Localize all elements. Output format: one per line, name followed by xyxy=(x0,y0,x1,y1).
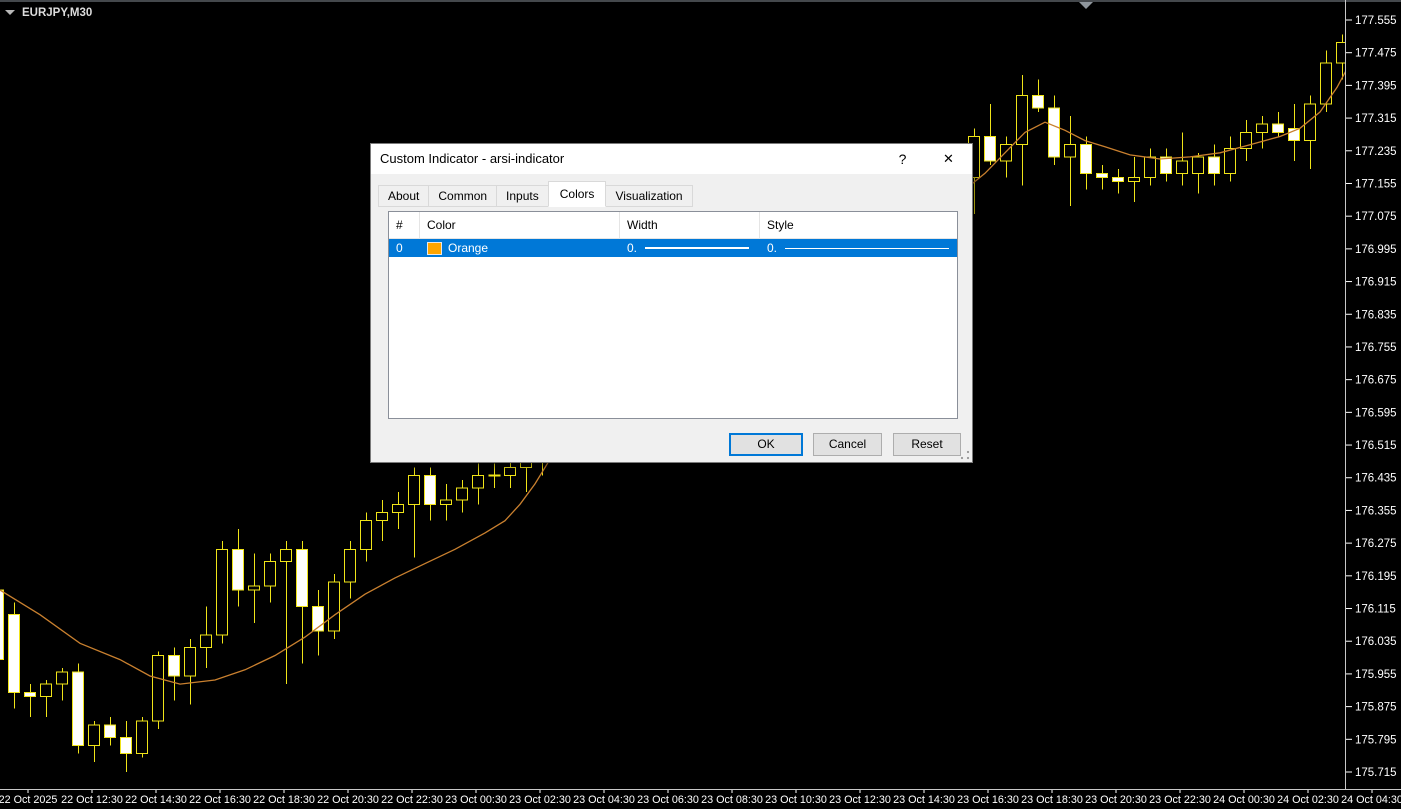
col-header-style: Style xyxy=(760,212,957,238)
col-header-color: Color xyxy=(420,212,620,238)
window-top-edge xyxy=(0,0,1401,2)
row-style-cell[interactable]: 0. xyxy=(760,239,957,257)
svg-text:22 Oct 20:30: 22 Oct 20:30 xyxy=(317,794,379,806)
svg-text:177.475: 177.475 xyxy=(1355,48,1397,60)
dialog-title: Custom Indicator - arsi-indicator xyxy=(380,144,564,174)
svg-text:23 Oct 06:30: 23 Oct 06:30 xyxy=(637,794,699,806)
tab-common[interactable]: Common xyxy=(428,185,497,207)
svg-text:176.195: 176.195 xyxy=(1355,571,1397,583)
svg-text:175.955: 175.955 xyxy=(1355,669,1397,681)
close-icon[interactable]: ✕ xyxy=(925,144,972,174)
table-header: # Color Width Style xyxy=(389,212,957,239)
svg-text:176.115: 176.115 xyxy=(1355,604,1396,616)
svg-text:176.595: 176.595 xyxy=(1355,407,1397,419)
svg-text:24 Oct 02:30: 24 Oct 02:30 xyxy=(1277,794,1339,806)
svg-text:176.515: 176.515 xyxy=(1355,440,1397,452)
svg-text:23 Oct 10:30: 23 Oct 10:30 xyxy=(765,794,827,806)
col-header-num: # xyxy=(389,212,420,238)
svg-text:175.795: 175.795 xyxy=(1355,734,1397,746)
svg-text:176.675: 176.675 xyxy=(1355,375,1397,387)
width-value: 0. xyxy=(627,241,637,255)
svg-text:23 Oct 22:30: 23 Oct 22:30 xyxy=(1149,794,1211,806)
style-value: 0. xyxy=(767,241,777,255)
svg-text:177.155: 177.155 xyxy=(1355,178,1397,190)
svg-text:23 Oct 00:30: 23 Oct 00:30 xyxy=(445,794,507,806)
svg-text:176.835: 176.835 xyxy=(1355,309,1397,321)
svg-text:23 Oct 12:30: 23 Oct 12:30 xyxy=(829,794,891,806)
svg-text:176.995: 176.995 xyxy=(1355,244,1397,256)
tab-inputs[interactable]: Inputs xyxy=(496,185,549,207)
svg-text:176.035: 176.035 xyxy=(1355,636,1397,648)
svg-text:24 Oct 04:30: 24 Oct 04:30 xyxy=(1341,794,1401,806)
tab-colors[interactable]: Colors xyxy=(548,181,607,207)
help-button[interactable]: ? xyxy=(880,144,925,174)
svg-text:176.755: 176.755 xyxy=(1355,342,1397,354)
row-width-cell[interactable]: 0. xyxy=(620,239,760,257)
svg-text:22 Oct 14:30: 22 Oct 14:30 xyxy=(125,794,187,806)
svg-text:176.915: 176.915 xyxy=(1355,277,1397,289)
svg-text:22 Oct 12:30: 22 Oct 12:30 xyxy=(61,794,123,806)
svg-text:177.315: 177.315 xyxy=(1355,113,1397,125)
color-name: Orange xyxy=(448,241,488,255)
colors-table[interactable]: # Color Width Style 0 Orange 0. 0. xyxy=(388,211,958,419)
svg-text:23 Oct 18:30: 23 Oct 18:30 xyxy=(1021,794,1083,806)
indicator-properties-dialog: Custom Indicator - arsi-indicator ? ✕ Ab… xyxy=(370,143,973,463)
svg-text:23 Oct 04:30: 23 Oct 04:30 xyxy=(573,794,635,806)
symbol-period-label[interactable]: EURJPY,M30 xyxy=(22,7,92,19)
svg-text:22 Oct 2025: 22 Oct 2025 xyxy=(0,794,57,806)
style-preview-line xyxy=(785,248,949,249)
svg-text:24 Oct 00:30: 24 Oct 00:30 xyxy=(1213,794,1275,806)
svg-text:22 Oct 18:30: 22 Oct 18:30 xyxy=(253,794,315,806)
svg-text:176.355: 176.355 xyxy=(1355,505,1397,517)
ok-button[interactable]: OK xyxy=(729,433,803,456)
svg-text:22 Oct 22:30: 22 Oct 22:30 xyxy=(381,794,443,806)
svg-text:177.555: 177.555 xyxy=(1355,15,1397,27)
svg-text:175.715: 175.715 xyxy=(1355,767,1397,779)
table-row[interactable]: 0 Orange 0. 0. xyxy=(389,239,957,257)
dialog-tabs: AboutCommonInputsColorsVisualization xyxy=(378,181,692,205)
tab-about[interactable]: About xyxy=(378,185,429,207)
chart-window: 177.555 177.475 177.395 177.315 177.235 177.1… xyxy=(0,0,1401,809)
svg-text:177.395: 177.395 xyxy=(1355,80,1397,92)
svg-text:175.875: 175.875 xyxy=(1355,702,1397,714)
col-header-width: Width xyxy=(620,212,760,238)
tab-visualization[interactable]: Visualization xyxy=(605,185,692,207)
dialog-titlebar[interactable]: Custom Indicator - arsi-indicator ? ✕ xyxy=(371,144,972,174)
svg-text:177.235: 177.235 xyxy=(1355,146,1397,158)
svg-text:23 Oct 14:30: 23 Oct 14:30 xyxy=(893,794,955,806)
svg-text:23 Oct 08:30: 23 Oct 08:30 xyxy=(701,794,763,806)
reset-button[interactable]: Reset xyxy=(893,433,961,456)
svg-text:23 Oct 16:30: 23 Oct 16:30 xyxy=(957,794,1019,806)
width-preview-line xyxy=(645,247,749,249)
row-color-cell[interactable]: Orange xyxy=(420,239,620,257)
cancel-button[interactable]: Cancel xyxy=(813,433,882,456)
resize-grip[interactable] xyxy=(960,450,970,460)
row-index: 0 xyxy=(389,239,420,257)
svg-text:23 Oct 02:30: 23 Oct 02:30 xyxy=(509,794,571,806)
svg-text:176.275: 176.275 xyxy=(1355,538,1397,550)
svg-text:177.075: 177.075 xyxy=(1355,211,1397,223)
svg-text:22 Oct 16:30: 22 Oct 16:30 xyxy=(189,794,251,806)
color-swatch xyxy=(427,242,442,255)
svg-text:176.435: 176.435 xyxy=(1355,473,1397,485)
svg-text:23 Oct 20:30: 23 Oct 20:30 xyxy=(1085,794,1147,806)
